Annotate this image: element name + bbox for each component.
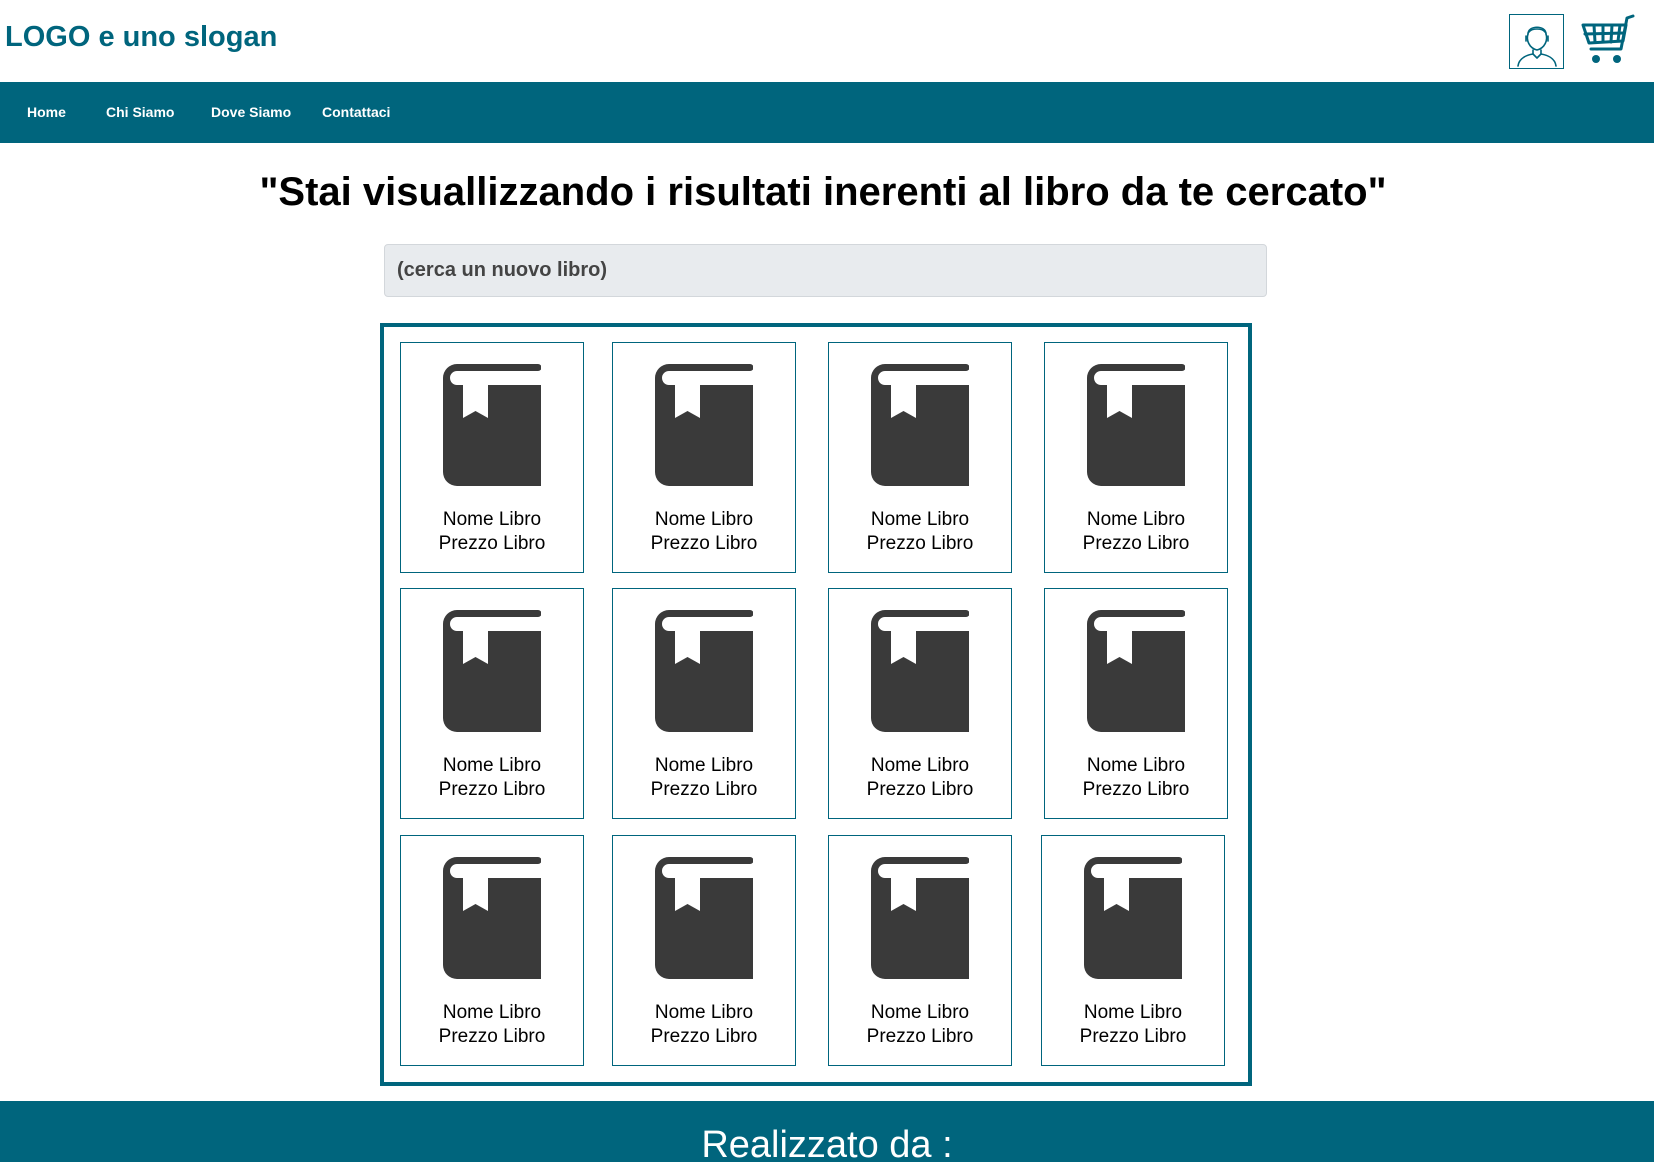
book-card[interactable]: Nome Libro Prezzo Libro [400,835,584,1066]
book-name: Nome Libro [442,1002,542,1023]
book-bookmark-icon [1087,610,1185,732]
book-card[interactable]: Nome Libro Prezzo Libro [828,835,1012,1066]
book-name: Nome Libro [442,509,542,530]
book-name: Nome Libro [870,755,970,776]
book-price: Prezzo Libro [438,1026,546,1047]
book-name: Nome Libro [654,1002,754,1023]
shopping-cart-button[interactable] [1580,12,1636,68]
book-price: Prezzo Libro [650,779,758,800]
book-card[interactable]: Nome Libro Prezzo Libro [612,342,796,573]
book-bookmark-icon [655,857,753,979]
book-card[interactable]: Nome Libro Prezzo Libro [400,588,584,819]
book-name: Nome Libro [1086,755,1186,776]
nav-item-dove-siamo[interactable]: Dove Siamo [211,82,291,143]
nav-item-contattaci[interactable]: Contattaci [322,82,390,143]
book-card[interactable]: Nome Libro Prezzo Libro [828,588,1012,819]
footer-credits: Realizzato da : [701,1124,953,1162]
book-card[interactable]: Nome Libro Prezzo Libro [1044,588,1228,819]
book-name: Nome Libro [654,755,754,776]
book-card[interactable]: Nome Libro Prezzo Libro [1041,835,1225,1066]
page-title: "Stai visuallizzando i risultati inerent… [259,170,1387,214]
book-card[interactable]: Nome Libro Prezzo Libro [612,835,796,1066]
book-price: Prezzo Libro [650,1026,758,1047]
book-card[interactable]: Nome Libro Prezzo Libro [400,342,584,573]
book-name: Nome Libro [654,509,754,530]
book-price: Prezzo Libro [866,533,974,554]
nav-item-chi-siamo[interactable]: Chi Siamo [106,82,174,143]
book-card[interactable]: Nome Libro Prezzo Libro [828,342,1012,573]
search-input[interactable] [384,244,1267,297]
book-bookmark-icon [655,610,753,732]
user-account-button[interactable] [1509,14,1564,69]
site-logo[interactable]: LOGO e uno slogan [5,21,277,54]
book-name: Nome Libro [1083,1002,1183,1023]
book-price: Prezzo Libro [1082,779,1190,800]
book-bookmark-icon [1084,857,1182,979]
book-name: Nome Libro [870,1002,970,1023]
book-price: Prezzo Libro [1079,1026,1187,1047]
book-name: Nome Libro [442,755,542,776]
site-header: LOGO e uno slogan [0,0,1654,82]
book-bookmark-icon [443,857,541,979]
book-price: Prezzo Libro [866,1026,974,1047]
book-bookmark-icon [1087,364,1185,486]
book-price: Prezzo Libro [438,779,546,800]
book-bookmark-icon [443,364,541,486]
book-card[interactable]: Nome Libro Prezzo Libro [1044,342,1228,573]
book-bookmark-icon [871,364,969,486]
nav-item-home[interactable]: Home [27,82,66,143]
book-bookmark-icon [655,364,753,486]
book-price: Prezzo Libro [438,533,546,554]
book-price: Prezzo Libro [866,779,974,800]
book-card[interactable]: Nome Libro Prezzo Libro [612,588,796,819]
book-results-grid: Nome Libro Prezzo Libro Nome Libro Prezzo L… [380,323,1252,1086]
book-name: Nome Libro [870,509,970,530]
book-name: Nome Libro [1086,509,1186,530]
book-bookmark-icon [443,610,541,732]
user-avatar-icon [1516,25,1557,67]
book-price: Prezzo Libro [1082,533,1190,554]
main-navbar: Home Chi Siamo Dove Siamo Contattaci [0,82,1654,143]
site-footer: Realizzato da : [0,1101,1654,1162]
book-bookmark-icon [871,857,969,979]
book-bookmark-icon [871,610,969,732]
book-price: Prezzo Libro [650,533,758,554]
shopping-cart-icon [1581,14,1635,63]
